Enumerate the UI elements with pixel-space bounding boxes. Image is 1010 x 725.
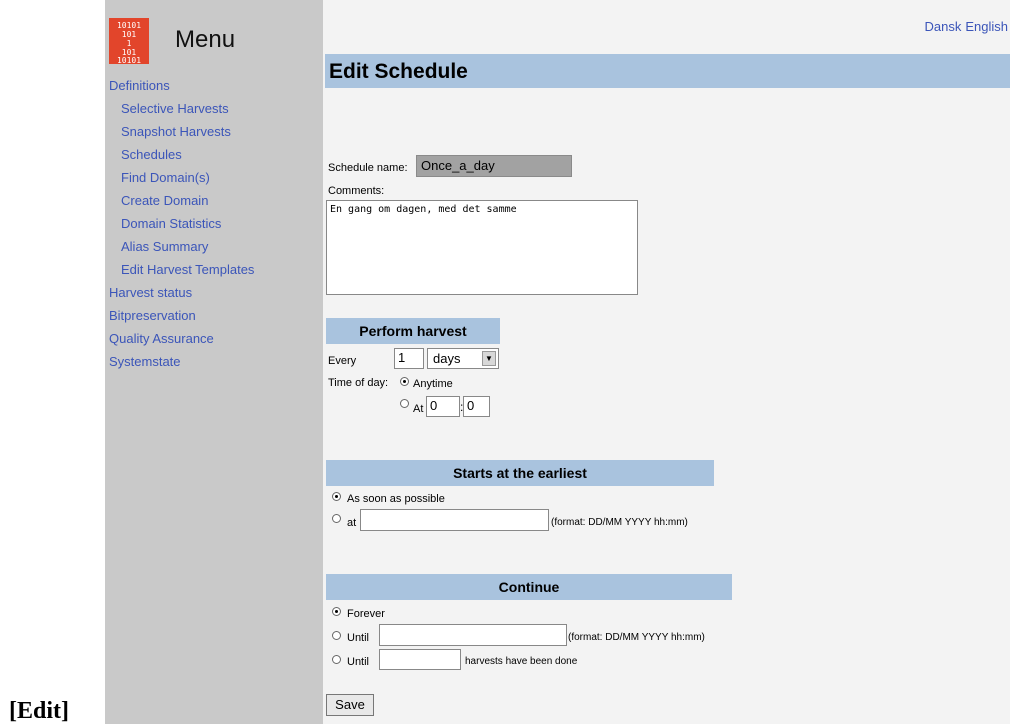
- continue-header: Continue: [326, 574, 732, 600]
- starts-earliest-header: Starts at the earliest: [326, 460, 714, 486]
- start-at-label: at: [347, 517, 357, 529]
- svg-text:10101: 10101: [117, 21, 141, 30]
- nav-bitpreservation[interactable]: Bitpreservation: [109, 308, 196, 323]
- anytime-radio[interactable]: [400, 377, 409, 386]
- start-at-radio[interactable]: [332, 514, 341, 523]
- minute-input[interactable]: 0: [463, 396, 490, 417]
- start-date-input[interactable]: [360, 509, 549, 531]
- until-count-label: Until: [347, 656, 370, 668]
- start-format-hint: (format: DD/MM YYYY hh:mm): [551, 517, 688, 528]
- schedule-name-input[interactable]: Once_a_day: [416, 155, 572, 177]
- anytime-label: Anytime: [413, 378, 453, 390]
- until-count-radio[interactable]: [332, 655, 341, 664]
- logo-icon: 10101 101 1 101 10101: [109, 18, 149, 64]
- perform-harvest-header: Perform harvest: [326, 318, 500, 344]
- menu-header: 10101 101 1 101 10101 Menu: [109, 14, 319, 64]
- nav-find-domains[interactable]: Find Domain(s): [121, 170, 210, 185]
- asap-radio[interactable]: [332, 492, 341, 501]
- language-switcher: Dansk English: [921, 19, 1009, 34]
- at-time-label: At: [413, 403, 424, 415]
- title-bar: Edit Schedule: [325, 54, 1010, 88]
- menu-title: Menu: [175, 26, 236, 53]
- forever-radio[interactable]: [332, 607, 341, 616]
- nav-schedules[interactable]: Schedules: [121, 147, 182, 162]
- harvest-count-input[interactable]: [379, 649, 461, 670]
- forever-label: Forever: [347, 608, 385, 620]
- schedule-name-label: Schedule name:: [328, 162, 408, 174]
- nav-definitions[interactable]: Definitions: [109, 78, 170, 93]
- save-button[interactable]: Save: [326, 694, 374, 716]
- harvests-suffix: harvests have been done: [465, 656, 578, 667]
- lang-english-link[interactable]: English: [965, 19, 1008, 34]
- nav-selective-harvests[interactable]: Selective Harvests: [121, 101, 229, 116]
- nav-systemstate[interactable]: Systemstate: [109, 354, 181, 369]
- chevron-down-icon: ▼: [482, 351, 496, 366]
- interval-unit-value: days: [433, 351, 461, 366]
- every-label: Every: [328, 355, 357, 367]
- svg-text:1: 1: [127, 39, 132, 48]
- comments-textarea[interactable]: En gang om dagen, med det samme: [326, 200, 638, 295]
- until-date-radio[interactable]: [332, 631, 341, 640]
- every-input[interactable]: 1: [394, 348, 424, 369]
- hour-input[interactable]: 0: [426, 396, 460, 417]
- nav-edit-harvest-templates[interactable]: Edit Harvest Templates: [121, 262, 254, 277]
- at-time-radio[interactable]: [400, 399, 409, 408]
- edit-link[interactable]: [Edit]: [9, 698, 69, 725]
- until-format-hint: (format: DD/MM YYYY hh:mm): [568, 632, 705, 643]
- main-content: Dansk English Edit Schedule Schedule name…: [323, 0, 1010, 724]
- svg-text:10101: 10101: [117, 56, 141, 64]
- lang-dansk-link[interactable]: Dansk: [925, 19, 962, 34]
- nav-snapshot-harvests[interactable]: Snapshot Harvests: [121, 124, 231, 139]
- comments-label: Comments:: [328, 185, 385, 197]
- nav-quality-assurance[interactable]: Quality Assurance: [109, 331, 214, 346]
- nav-alias-summary[interactable]: Alias Summary: [121, 239, 208, 254]
- nav-create-domain[interactable]: Create Domain: [121, 193, 208, 208]
- asap-label: As soon as possible: [347, 493, 445, 505]
- interval-unit-select[interactable]: days ▼: [427, 348, 499, 369]
- until-date-input[interactable]: [379, 624, 567, 646]
- nav-harvest-status[interactable]: Harvest status: [109, 285, 192, 300]
- svg-text:101: 101: [122, 30, 137, 39]
- sidebar: 10101 101 1 101 10101 Menu Definitions S…: [105, 0, 323, 724]
- time-of-day-label: Time of day:: [328, 377, 389, 389]
- nav-domain-statistics[interactable]: Domain Statistics: [121, 216, 221, 231]
- page-title: Edit Schedule: [329, 60, 468, 83]
- until-date-label: Until: [347, 632, 370, 644]
